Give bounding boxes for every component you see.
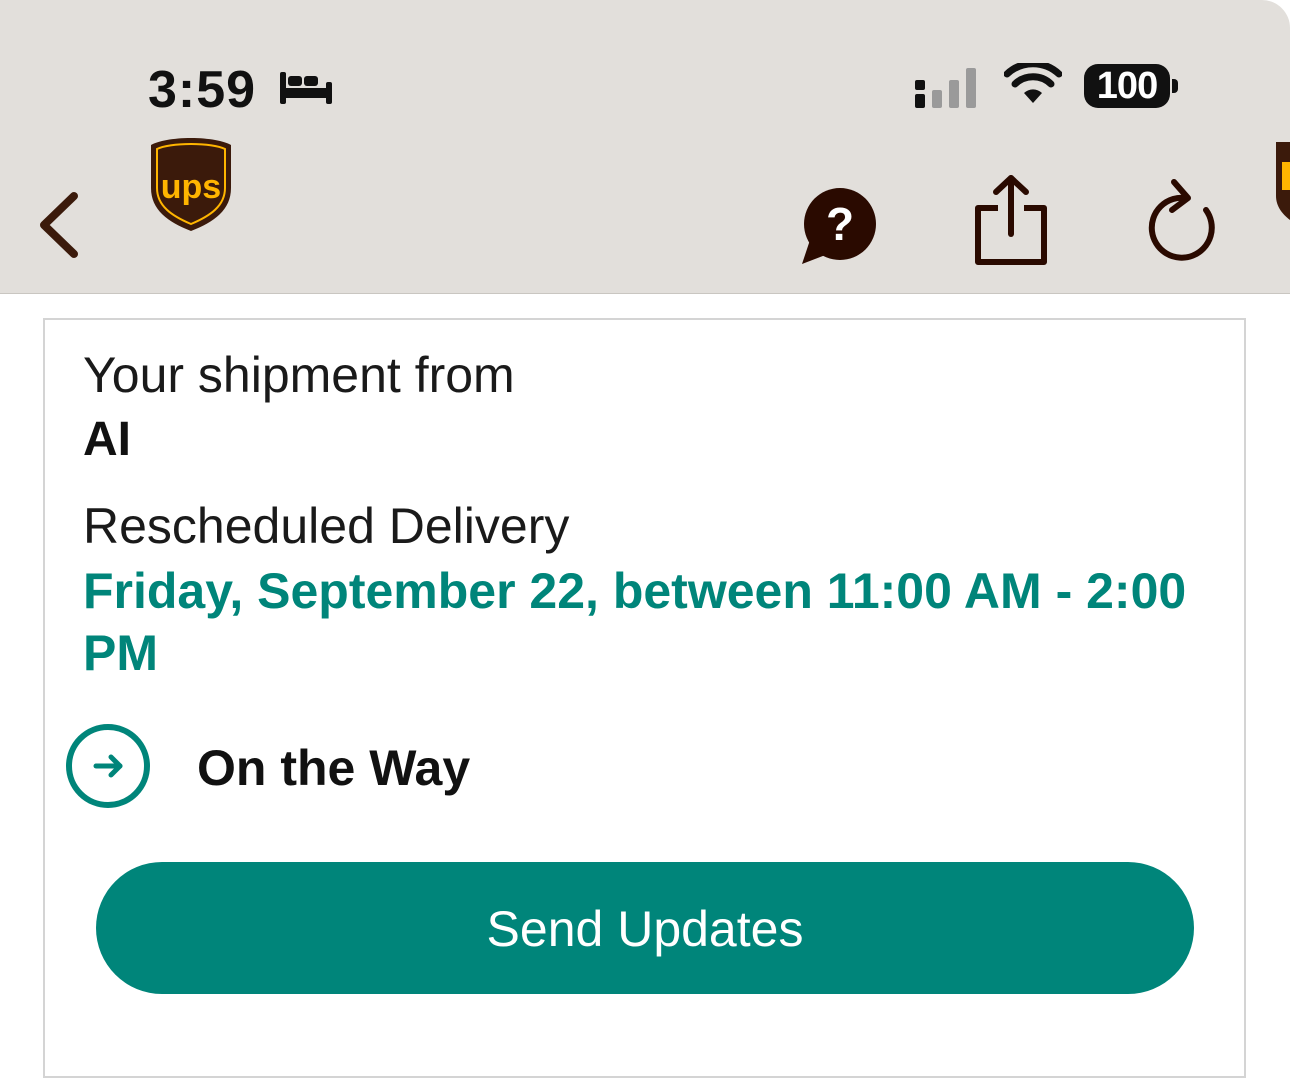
- svg-text:?: ?: [826, 198, 854, 250]
- ups-logo: ups: [151, 138, 231, 231]
- arrow-right-icon: [93, 754, 123, 778]
- delivery-label: Rescheduled Delivery: [83, 498, 570, 554]
- status-time: 3:59: [148, 61, 257, 119]
- delivery-window: Friday, September 22, between 11:00 AM -…: [83, 563, 1187, 681]
- cellular-signal-icon: [915, 68, 976, 108]
- sender-name: AI: [83, 413, 131, 466]
- shipment-status: On the Way: [197, 740, 471, 796]
- ups-logo-partial: [1276, 142, 1290, 220]
- chevron-left-icon[interactable]: [34, 190, 82, 260]
- question-bubble-icon[interactable]: ?: [800, 186, 878, 266]
- send-updates-button[interactable]: Send Updates: [96, 862, 1194, 994]
- battery-cap: [1172, 79, 1178, 93]
- ups-logo-text: ups: [161, 168, 221, 206]
- refresh-icon[interactable]: [1148, 176, 1224, 266]
- battery-indicator: 100: [1084, 64, 1170, 108]
- shipment-from-label: Your shipment from: [83, 347, 515, 403]
- sleep-focus-icon: [280, 72, 332, 104]
- share-icon[interactable]: [972, 174, 1050, 266]
- status-circle: [66, 724, 150, 808]
- wifi-icon: [1004, 63, 1062, 103]
